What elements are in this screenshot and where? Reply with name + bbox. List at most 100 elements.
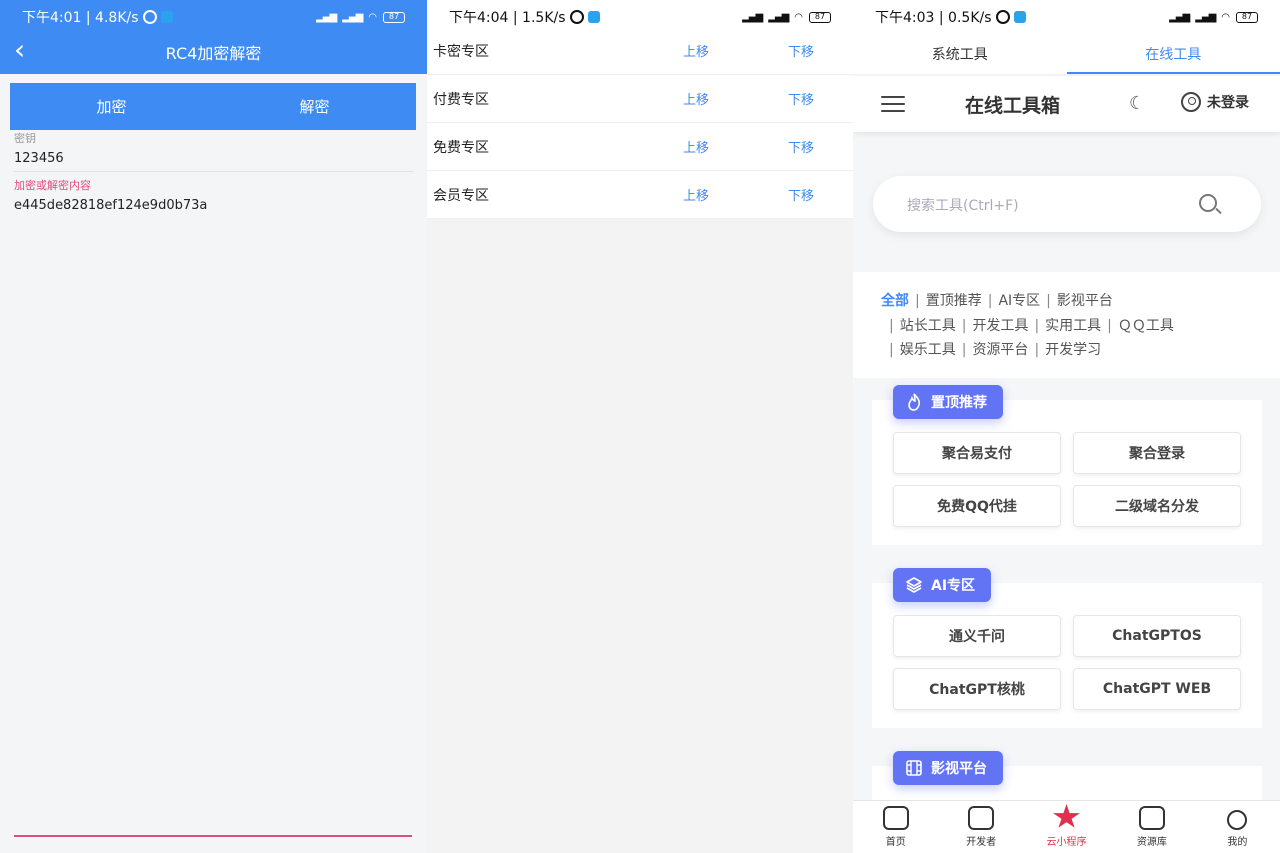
category-item[interactable]: 影视平台 (1057, 293, 1113, 309)
site-header: 在线工具箱 ☾ 未登录 (853, 76, 1280, 132)
status-time: 下午4:03 | 0.5K/s (875, 10, 992, 26)
move-down-button[interactable]: 下移 (788, 137, 814, 156)
inbox-icon (1138, 806, 1165, 830)
category-item[interactable]: 娱乐工具 (900, 342, 956, 358)
list-item: 卡密专区 上移 下移 (427, 27, 853, 75)
tool-button[interactable]: 二级域名分发 (1073, 485, 1241, 527)
section-name: 会员专区 (433, 187, 489, 204)
notification-icon (587, 11, 600, 23)
tab-label: 开发者 (966, 837, 997, 848)
moon-icon[interactable]: ☾ (1129, 93, 1145, 114)
status-time: 下午4:01 | 4.8K/s (22, 10, 139, 26)
notification-icon (160, 11, 173, 23)
category-item[interactable]: 站长工具 (900, 318, 956, 334)
tab-label: 云小程序 (1046, 837, 1087, 848)
tab-resources[interactable]: 资源库 (1109, 801, 1194, 853)
move-up-button[interactable]: 上移 (683, 185, 709, 204)
category-item[interactable]: 实用工具 (1045, 318, 1101, 334)
search-placeholder: 搜索工具(Ctrl+F) (907, 198, 1019, 214)
wifi-icon: ◠ (1221, 11, 1230, 23)
tab-system-tools[interactable]: 系统工具 (853, 34, 1067, 74)
battery-icon: 87 (809, 11, 831, 23)
sort-panel: 下午4:04 | 1.5K/s ▂▄▆ ▂▄▆ ◠ 87 卡密专区 上移 下移 … (427, 0, 853, 853)
bottom-tab-bar: 首页 开发者 云小程序 资源库 我的 (853, 800, 1280, 853)
tab-label: 首页 (885, 837, 906, 848)
search-icon[interactable] (1199, 194, 1217, 212)
flame-icon (908, 393, 921, 411)
section-name: 付费专区 (433, 91, 489, 108)
site-title: 在线工具箱 (965, 95, 1061, 117)
content-label: 加密或解密内容 (14, 179, 91, 192)
section-badge: 置顶推荐 (893, 385, 1003, 419)
list-item: 付费专区 上移 下移 (427, 75, 853, 123)
toolbox-panel: 下午4:03 | 0.5K/s ▂▄▆ ▂▄▆ ◠ 87 系统工具 在线工具 在… (853, 0, 1280, 853)
tab-label: 我的 (1227, 837, 1248, 848)
signal-icon: ▂▄▆ (742, 11, 763, 23)
notification-icon (1013, 11, 1026, 23)
move-up-button[interactable]: 上移 (683, 41, 709, 60)
section-title: AI专区 (931, 578, 976, 594)
category-item[interactable]: 开发学习 (1045, 342, 1101, 358)
status-bar: 下午4:01 | 4.8K/s ▂▄▆ ▂▄▆ ◠ 87 (0, 0, 427, 34)
move-down-button[interactable]: 下移 (788, 185, 814, 204)
section-title: 置顶推荐 (931, 395, 987, 411)
decrypt-tab[interactable]: 解密 (213, 83, 416, 130)
signal-icon: ▂▄▆ (316, 11, 337, 23)
tab-online-tools[interactable]: 在线工具 (1066, 34, 1280, 74)
category-item[interactable]: 置顶推荐 (926, 293, 982, 309)
divider (14, 171, 414, 172)
signal-icon: ▂▄▆ (1169, 11, 1190, 23)
tool-button[interactable]: 通义千问 (893, 615, 1061, 657)
home-icon (882, 806, 909, 830)
section-title: 影视平台 (931, 761, 987, 777)
signal-icon-2: ▂▄▆ (1195, 11, 1216, 23)
section-badge: 影视平台 (893, 751, 1003, 785)
tool-button[interactable]: ChatGPT核桃 (893, 668, 1061, 710)
top-tabs: 系统工具 在线工具 (853, 34, 1280, 74)
wifi-icon: ◠ (368, 11, 377, 23)
tab-mine[interactable]: 我的 (1195, 801, 1280, 853)
page-title: RC4加密解密 (165, 44, 262, 63)
tab-home[interactable]: 首页 (853, 801, 938, 853)
search-bar[interactable]: 搜索工具(Ctrl+F) (873, 176, 1261, 232)
star-icon (1053, 804, 1080, 828)
move-up-button[interactable]: 上移 (683, 137, 709, 156)
content-input[interactable]: e445de82818ef124e9d0b73a (14, 198, 207, 213)
user-icon (1181, 92, 1201, 112)
battery-icon: 87 (383, 11, 405, 23)
category-item[interactable]: AI专区 (998, 293, 1040, 309)
section-badge: AI专区 (893, 568, 992, 602)
category-item[interactable]: 开发工具 (972, 318, 1028, 334)
film-icon (906, 760, 922, 776)
tab-label: 资源库 (1136, 837, 1167, 848)
tool-button[interactable]: 聚合易支付 (893, 432, 1061, 474)
signal-icon-2: ▂▄▆ (768, 11, 789, 23)
tab-cloud-apps[interactable]: 云小程序 (1024, 801, 1109, 853)
alarm-icon (142, 10, 157, 24)
input-underline (14, 835, 412, 837)
layers-icon (906, 577, 922, 593)
tool-button[interactable]: ChatGPTOS (1073, 615, 1241, 657)
menu-icon[interactable] (881, 96, 905, 112)
move-up-button[interactable]: 上移 (683, 89, 709, 108)
tab-developer[interactable]: 开发者 (938, 801, 1023, 853)
login-label: 未登录 (1207, 95, 1249, 111)
tool-button[interactable]: ChatGPT WEB (1073, 668, 1241, 710)
alarm-icon (569, 10, 584, 24)
rc4-panel: 下午4:01 | 4.8K/s ▂▄▆ ▂▄▆ ◠ 87 ‹ RC4加密解密 加… (0, 0, 427, 853)
status-time: 下午4:04 | 1.5K/s (449, 10, 566, 26)
monitor-icon (968, 806, 995, 830)
category-item[interactable]: ＱＱ工具 (1118, 318, 1174, 334)
login-button[interactable]: 未登录 (1181, 92, 1249, 112)
category-filter: 全部 | 置顶推荐 | AI专区 | 影视平台 | 站长工具 | 开发工具 | 实用工具 | ＱＱ工具 |… (853, 272, 1280, 378)
move-down-button[interactable]: 下移 (788, 89, 814, 108)
key-input[interactable]: 123456 (14, 151, 64, 166)
list-item: 免费专区 上移 下移 (427, 123, 853, 171)
category-all[interactable]: 全部 (881, 293, 909, 309)
user-icon (1227, 810, 1248, 830)
tool-button[interactable]: 聚合登录 (1073, 432, 1241, 474)
move-down-button[interactable]: 下移 (788, 41, 814, 60)
category-item[interactable]: 资源平台 (972, 342, 1028, 358)
encrypt-tab[interactable]: 加密 (10, 83, 213, 130)
tool-button[interactable]: 免费QQ代挂 (893, 485, 1061, 527)
